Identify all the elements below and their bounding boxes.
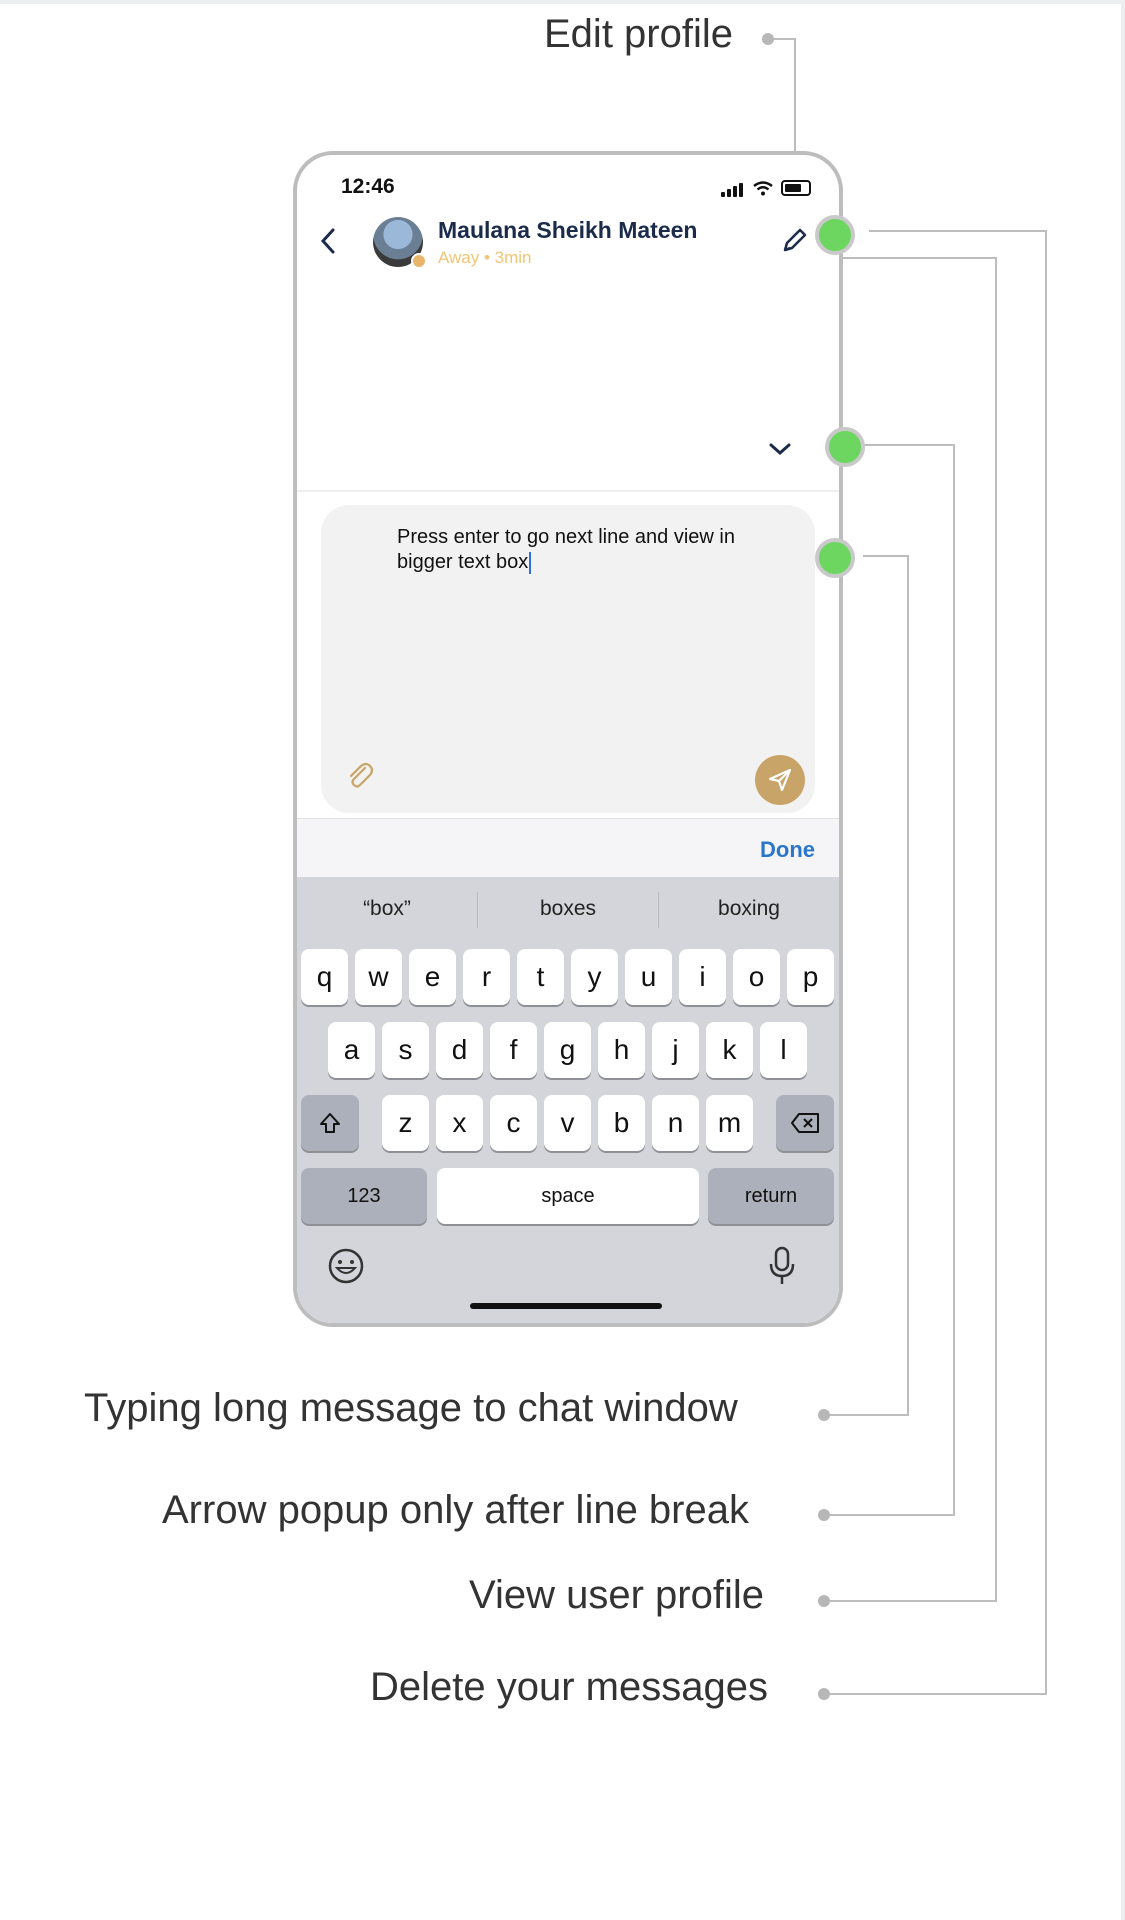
keyboard: “box” boxes boxing q w e r t y u i o p a… (297, 877, 839, 1323)
microphone-icon[interactable] (767, 1245, 797, 1292)
key-n[interactable]: n (652, 1095, 699, 1151)
space-key[interactable]: space (437, 1168, 699, 1224)
shift-key[interactable] (301, 1095, 359, 1151)
done-button[interactable]: Done (760, 837, 815, 863)
key-c[interactable]: c (490, 1095, 537, 1151)
key-f[interactable]: f (490, 1022, 537, 1078)
backspace-key[interactable] (776, 1095, 834, 1151)
hotspot-delete-messages[interactable] (815, 215, 855, 255)
key-y[interactable]: y (571, 949, 618, 1005)
annotation-delete-messages: Delete your messages (370, 1665, 768, 1709)
annotation-dot-delete (818, 1688, 830, 1700)
annotation-edit-profile: Edit profile (544, 12, 733, 56)
chat-user-name[interactable]: Maulana Sheikh Mateen (438, 217, 697, 244)
annotation-dot-arrow (818, 1509, 830, 1521)
text-caret (529, 551, 532, 574)
suggestion-item[interactable]: boxing (659, 897, 839, 921)
annotation-dot-typing (818, 1409, 830, 1421)
key-t[interactable]: t (517, 949, 564, 1005)
key-r[interactable]: r (463, 949, 510, 1005)
message-input[interactable]: Press enter to go next line and view in … (397, 525, 737, 575)
key-o[interactable]: o (733, 949, 780, 1005)
hotspot-arrow-popup[interactable] (825, 427, 865, 467)
suggestion-item[interactable]: “box” (297, 897, 477, 921)
annotation-view-user-profile: View user profile (469, 1573, 764, 1617)
key-a[interactable]: a (328, 1022, 375, 1078)
key-u[interactable]: u (625, 949, 672, 1005)
key-l[interactable]: l (760, 1022, 807, 1078)
chevron-left-icon[interactable] (319, 225, 337, 264)
home-indicator (470, 1303, 662, 1309)
key-x[interactable]: x (436, 1095, 483, 1151)
wifi-icon (753, 180, 773, 195)
paperclip-icon[interactable] (345, 760, 375, 795)
annotation-dot-edit-profile (762, 33, 774, 45)
suggestion-bar: “box” boxes boxing (297, 877, 839, 943)
pencil-icon[interactable] (780, 227, 808, 260)
key-z[interactable]: z (382, 1095, 429, 1151)
battery-icon (781, 180, 811, 196)
key-j[interactable]: j (652, 1022, 699, 1078)
annotation-arrow-popup: Arrow popup only after line break (162, 1488, 749, 1532)
return-key[interactable]: return (708, 1168, 834, 1224)
paper-plane-icon (768, 768, 792, 792)
divider (297, 490, 839, 492)
chat-user-status: Away • 3min (438, 248, 532, 267)
key-w[interactable]: w (355, 949, 402, 1005)
presence-indicator (411, 253, 427, 269)
key-s[interactable]: s (382, 1022, 429, 1078)
key-p[interactable]: p (787, 949, 834, 1005)
key-d[interactable]: d (436, 1022, 483, 1078)
annotation-dot-view-profile (818, 1595, 830, 1607)
phone-frame: 12:46 Maulana Sheikh Mateen Away • 3min … (293, 151, 843, 1327)
key-i[interactable]: i (679, 949, 726, 1005)
signal-icon (721, 179, 745, 197)
backspace-icon (791, 1113, 819, 1133)
key-m[interactable]: m (706, 1095, 753, 1151)
status-time: 12:46 (341, 175, 395, 198)
key-g[interactable]: g (544, 1022, 591, 1078)
hotspot-typing-long-message[interactable] (815, 538, 855, 578)
key-v[interactable]: v (544, 1095, 591, 1151)
key-q[interactable]: q (301, 949, 348, 1005)
emoji-icon[interactable] (327, 1247, 365, 1290)
send-button[interactable] (755, 755, 805, 805)
avatar[interactable] (373, 217, 427, 269)
message-compose-box[interactable]: Press enter to go next line and view in … (321, 505, 815, 813)
scroll-down-chevron-icon[interactable] (767, 440, 793, 463)
keyboard-accessory-bar: Done (297, 818, 839, 877)
key-k[interactable]: k (706, 1022, 753, 1078)
status-icons (721, 179, 811, 197)
key-b[interactable]: b (598, 1095, 645, 1151)
suggestion-item[interactable]: boxes (478, 897, 658, 921)
annotation-typing-long-message: Typing long message to chat window (84, 1386, 738, 1430)
key-e[interactable]: e (409, 949, 456, 1005)
key-h[interactable]: h (598, 1022, 645, 1078)
numbers-key[interactable]: 123 (301, 1168, 427, 1224)
shift-icon (320, 1113, 340, 1133)
